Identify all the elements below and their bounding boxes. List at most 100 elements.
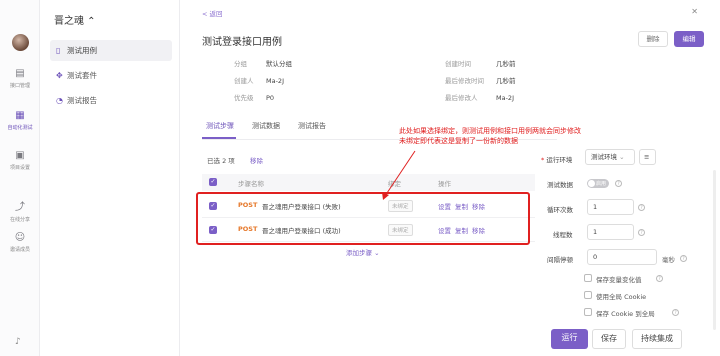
meta-key: 创建时间 bbox=[445, 60, 471, 68]
highlight-box bbox=[196, 192, 530, 245]
rail-label: 邀请成员 bbox=[9, 247, 30, 253]
rail-item-share[interactable]: ⤴ 在线分享 bbox=[0, 202, 40, 223]
annotation-text: 此处如果选择绑定，则测试用例和接口用例两就会同步修改 未绑定即代表这是复制了一份… bbox=[399, 126, 639, 146]
tab-test-report[interactable]: 测试报告 bbox=[298, 121, 326, 131]
subnav-item-test-suites[interactable]: ✥ 测试套件 bbox=[50, 65, 172, 86]
interval-input[interactable]: 0 bbox=[587, 249, 657, 265]
help-icon[interactable]: ? bbox=[680, 255, 687, 262]
close-icon[interactable]: ✕ bbox=[691, 7, 698, 16]
toggle-label: 启用 bbox=[596, 181, 607, 187]
meta-value: Ma-2J bbox=[266, 77, 284, 85]
document-icon: ▯ bbox=[56, 46, 61, 55]
annotation-line-2: 未绑定即代表这是复制了一份新的数据 bbox=[399, 137, 518, 145]
test-data-toggle[interactable]: 启用 bbox=[587, 179, 609, 188]
avatar[interactable] bbox=[12, 34, 29, 51]
annotation-line-1: 此处如果选择绑定，则测试用例和接口用例两就会同步修改 bbox=[399, 127, 581, 135]
loop-count-input[interactable]: 1 bbox=[587, 199, 634, 215]
settings-icon: ▣ bbox=[15, 150, 25, 161]
meta-creator: 创建人 Ma-2J bbox=[234, 75, 284, 85]
help-icon[interactable]: ? bbox=[656, 275, 663, 282]
edit-button[interactable]: 编辑 bbox=[674, 31, 704, 47]
env-select[interactable]: 测试环境 ⌄ bbox=[585, 149, 635, 165]
meta-key: 最后修改时间 bbox=[445, 77, 484, 85]
meta-priority: 优先级 P0 bbox=[234, 92, 274, 102]
subnav-item-test-cases[interactable]: ▯ 测试用例 bbox=[50, 40, 172, 61]
back-link[interactable]: < 返回 bbox=[202, 8, 223, 18]
menu-icon: ≡ bbox=[644, 153, 650, 161]
tab-underline bbox=[202, 137, 236, 139]
bell-icon[interactable]: ♪ bbox=[15, 337, 21, 347]
subnav-item-test-reports[interactable]: ◔ 测试报告 bbox=[50, 90, 172, 111]
save-variable-checkbox[interactable] bbox=[584, 274, 592, 282]
tab-test-data[interactable]: 测试数据 bbox=[252, 121, 280, 131]
rail-label: 项目设置 bbox=[9, 165, 30, 171]
selected-count: 已选 2 项 bbox=[207, 157, 235, 165]
main-panel: < 返回 ✕ 测试登录接口用例 删除 编辑 分组 默认分组 创建人 Ma-2J 优先… bbox=[180, 0, 720, 356]
threads-label: 线程数 bbox=[553, 231, 573, 239]
help-icon[interactable]: ? bbox=[638, 229, 645, 236]
rail-label: 自动化测试 bbox=[7, 125, 33, 131]
toggle-knob bbox=[588, 180, 595, 187]
table-header: ✓ 步骤名称 绑定 操作 bbox=[202, 174, 535, 191]
meta-value: 几秒前 bbox=[496, 60, 516, 68]
share-icon: ⤴ bbox=[15, 202, 25, 213]
env-label-text: 运行环境 bbox=[546, 156, 573, 164]
save-cookie-label: 保存 Cookie 到全局 bbox=[596, 310, 655, 318]
project-selector[interactable]: 晋之魂 ⌃ bbox=[54, 12, 96, 27]
save-button[interactable]: 保存 bbox=[592, 329, 626, 349]
interval-label: 间隔停顿 bbox=[547, 256, 573, 264]
meta-value: P0 bbox=[266, 94, 275, 102]
meta-value: 默认分组 bbox=[266, 60, 292, 68]
subnav-label: 测试套件 bbox=[67, 71, 97, 80]
meta-group: 分组 默认分组 bbox=[234, 58, 292, 68]
suite-icon: ✥ bbox=[56, 71, 63, 80]
help-icon[interactable]: ? bbox=[615, 180, 622, 187]
ci-button[interactable]: 持续集成 bbox=[632, 329, 682, 349]
meta-modifier: 最后修改人 Ma-2J bbox=[445, 92, 514, 102]
column-header-name: 步骤名称 bbox=[238, 180, 264, 188]
run-button[interactable]: 运行 bbox=[551, 329, 588, 349]
interval-unit: 毫秒 bbox=[662, 256, 675, 264]
rail-item-invite[interactable]: ☺ 邀请成员 bbox=[0, 232, 40, 253]
loop-count-label: 循环次数 bbox=[547, 206, 573, 214]
rail-item-automation[interactable]: ▦ 自动化测试 bbox=[0, 110, 40, 131]
test-data-label: 测试数据 bbox=[547, 181, 573, 189]
meta-key: 优先级 bbox=[234, 94, 254, 102]
meta-key: 创建人 bbox=[234, 77, 254, 85]
rail-label: 在线分享 bbox=[9, 217, 30, 223]
column-header-bind: 绑定 bbox=[388, 180, 401, 188]
column-header-ops: 操作 bbox=[438, 180, 451, 188]
subnav-label: 测试用例 bbox=[67, 46, 97, 55]
tab-test-steps[interactable]: 测试步骤 bbox=[206, 121, 234, 131]
rail-label: 接口管理 bbox=[9, 83, 30, 89]
report-icon: ◔ bbox=[56, 96, 63, 105]
chevron-down-icon: ⌄ bbox=[619, 153, 625, 161]
meta-modified-time: 最后修改时间 几秒前 bbox=[445, 75, 516, 85]
subnav-label: 测试报告 bbox=[67, 96, 97, 105]
rail-item-settings[interactable]: ▣ 项目设置 bbox=[0, 150, 40, 171]
env-label: * 运行环境 bbox=[541, 156, 573, 164]
select-all-checkbox[interactable]: ✓ bbox=[209, 178, 217, 186]
meta-value: Ma-2J bbox=[496, 94, 514, 102]
save-cookie-checkbox[interactable] bbox=[584, 308, 592, 316]
invite-icon: ☺ bbox=[14, 232, 26, 243]
meta-created-time: 创建时间 几秒前 bbox=[445, 58, 516, 68]
threads-input[interactable]: 1 bbox=[587, 224, 634, 240]
api-icon: ▤ bbox=[15, 68, 25, 79]
help-icon[interactable]: ? bbox=[672, 309, 679, 316]
meta-key: 分组 bbox=[234, 60, 247, 68]
help-icon[interactable]: ? bbox=[638, 204, 645, 211]
delete-button[interactable]: 删除 bbox=[638, 31, 668, 47]
automation-icon: ▦ bbox=[15, 110, 25, 121]
save-variable-label: 保存变量变化值 bbox=[596, 276, 642, 284]
meta-value: 几秒前 bbox=[496, 77, 516, 85]
use-global-cookie-label: 使用全局 Cookie bbox=[596, 293, 647, 301]
sub-navigation: 晋之魂 ⌃ ▯ 测试用例 ✥ 测试套件 ◔ 测试报告 bbox=[40, 0, 180, 356]
env-menu-button[interactable]: ≡ bbox=[639, 149, 656, 165]
rail-item-api[interactable]: ▤ 接口管理 bbox=[0, 68, 40, 89]
add-step-button[interactable]: 添加步骤 ⌄ bbox=[346, 247, 380, 257]
page-title: 测试登录接口用例 bbox=[202, 37, 282, 48]
scrollbar[interactable] bbox=[713, 170, 716, 330]
bulk-remove-link[interactable]: 移除 bbox=[250, 155, 263, 165]
use-global-cookie-checkbox[interactable] bbox=[584, 291, 592, 299]
